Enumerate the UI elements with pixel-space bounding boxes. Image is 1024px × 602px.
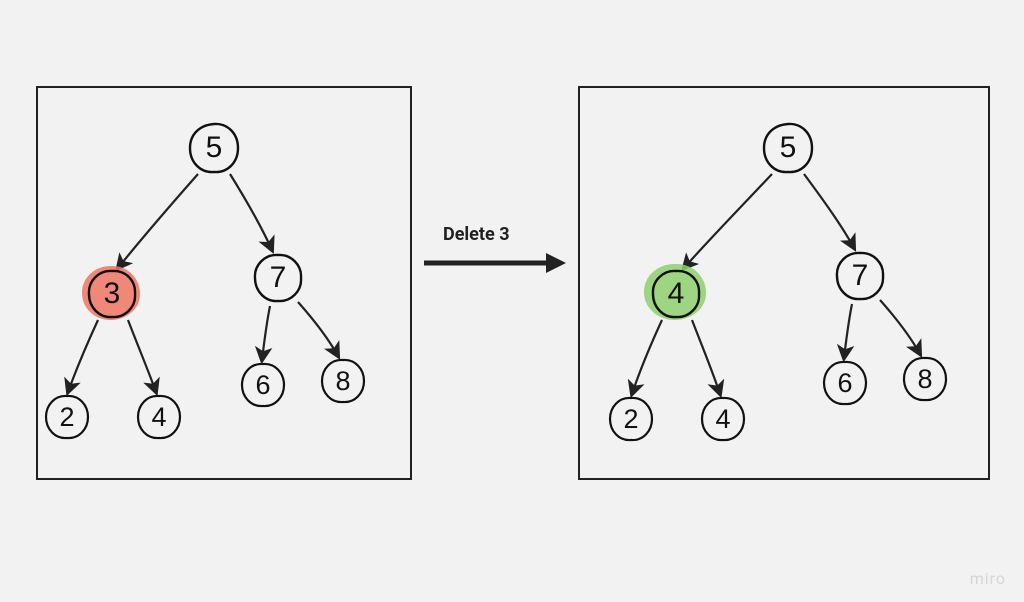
operation-label: Delete 3 — [443, 224, 510, 245]
watermark: miro — [970, 569, 1006, 588]
deleted-node-highlight — [82, 266, 140, 320]
before-frame: 5 3 7 2 4 6 8 — [36, 86, 412, 480]
transition-arrow — [420, 250, 568, 276]
diagram-canvas: 5 3 7 2 4 6 8 Delete 3 — [0, 0, 1024, 602]
replacement-node-highlight — [644, 264, 706, 320]
after-edges — [580, 88, 988, 478]
after-frame: 5 4 7 2 4 6 8 — [578, 86, 990, 480]
